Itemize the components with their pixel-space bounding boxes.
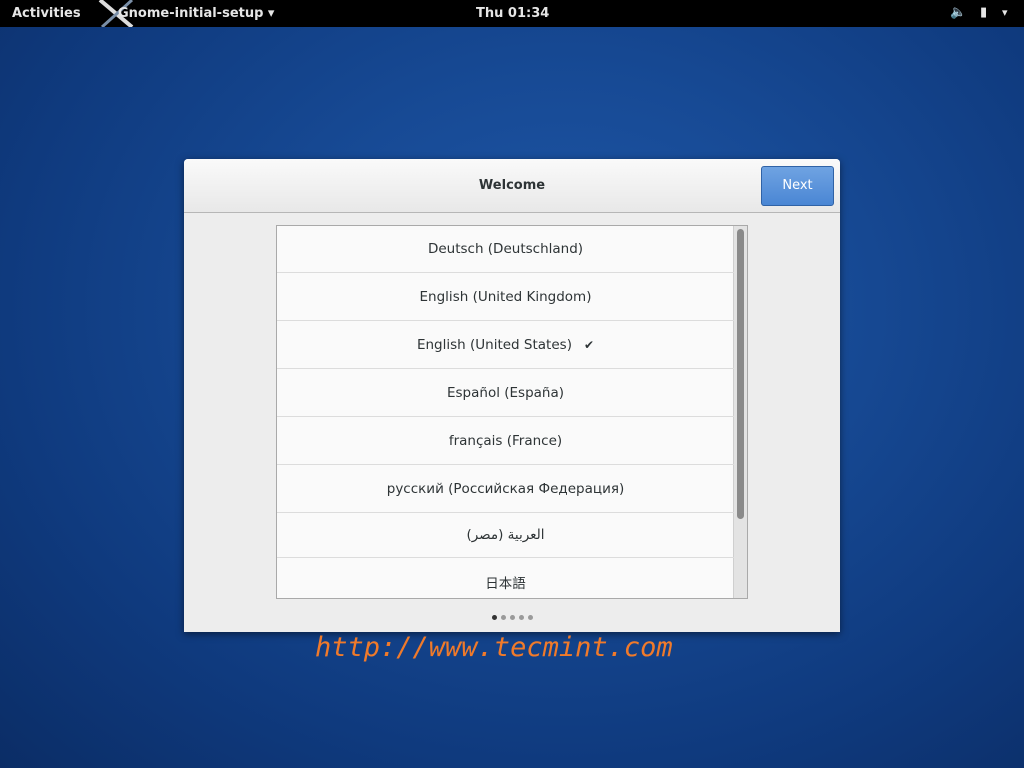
language-label: العربية (مصر) — [466, 527, 545, 543]
scrollbar[interactable] — [733, 226, 747, 598]
top-bar: Activities Gnome-initial-setup ▾ Thu 01:… — [0, 0, 1024, 27]
page-dot[interactable] — [500, 615, 506, 620]
page-dot[interactable] — [518, 615, 524, 620]
language-row[interactable]: العربية (مصر) — [277, 513, 734, 558]
battery-icon[interactable]: ▮ — [980, 5, 987, 20]
next-button[interactable]: Next — [761, 166, 834, 206]
checkmark-icon: ✔ — [583, 337, 595, 352]
dialog-title: Welcome — [478, 178, 546, 193]
language-list: Deutsch (Deutschland) English (United Kin… — [276, 225, 748, 599]
clock[interactable]: Thu 01:34 — [476, 6, 549, 21]
language-label: français (France) — [448, 432, 563, 449]
language-row[interactable]: Deutsch (Deutschland) — [277, 226, 734, 273]
volume-icon[interactable]: 🔈 — [950, 5, 966, 20]
language-label: 日本語 — [485, 575, 526, 592]
language-label: English (United Kingdom) — [419, 288, 592, 305]
system-menu-chevron-icon[interactable]: ▾ — [1002, 6, 1008, 19]
language-row[interactable]: English (United States) ✔ — [277, 321, 734, 369]
page-indicator — [184, 605, 840, 624]
language-row[interactable]: Español (España) — [277, 369, 734, 417]
page-dot[interactable] — [491, 615, 497, 620]
language-label: English (United States) — [416, 336, 572, 353]
page-dot[interactable] — [527, 615, 533, 620]
language-label: Deutsch (Deutschland) — [427, 241, 584, 257]
language-label: Español (España) — [446, 384, 565, 401]
activities-button[interactable]: Activities — [12, 6, 81, 21]
scrollbar-thumb[interactable] — [737, 229, 744, 519]
language-row[interactable]: 日本語 — [277, 558, 734, 598]
language-row[interactable]: English (United Kingdom) — [277, 273, 734, 321]
dialog-header: Welcome Next — [184, 159, 840, 213]
watermark: http://www.tecmint.com — [315, 632, 673, 663]
language-row[interactable]: русский (Российская Федерация) — [277, 465, 734, 513]
language-row[interactable]: français (France) — [277, 417, 734, 465]
language-label: русский (Российская Федерация) — [386, 480, 625, 497]
app-menu[interactable]: Gnome-initial-setup ▾ — [118, 6, 274, 21]
page-dot[interactable] — [509, 615, 515, 620]
initial-setup-dialog: Welcome Next Deutsch (Deutschland) Englis… — [184, 159, 840, 632]
